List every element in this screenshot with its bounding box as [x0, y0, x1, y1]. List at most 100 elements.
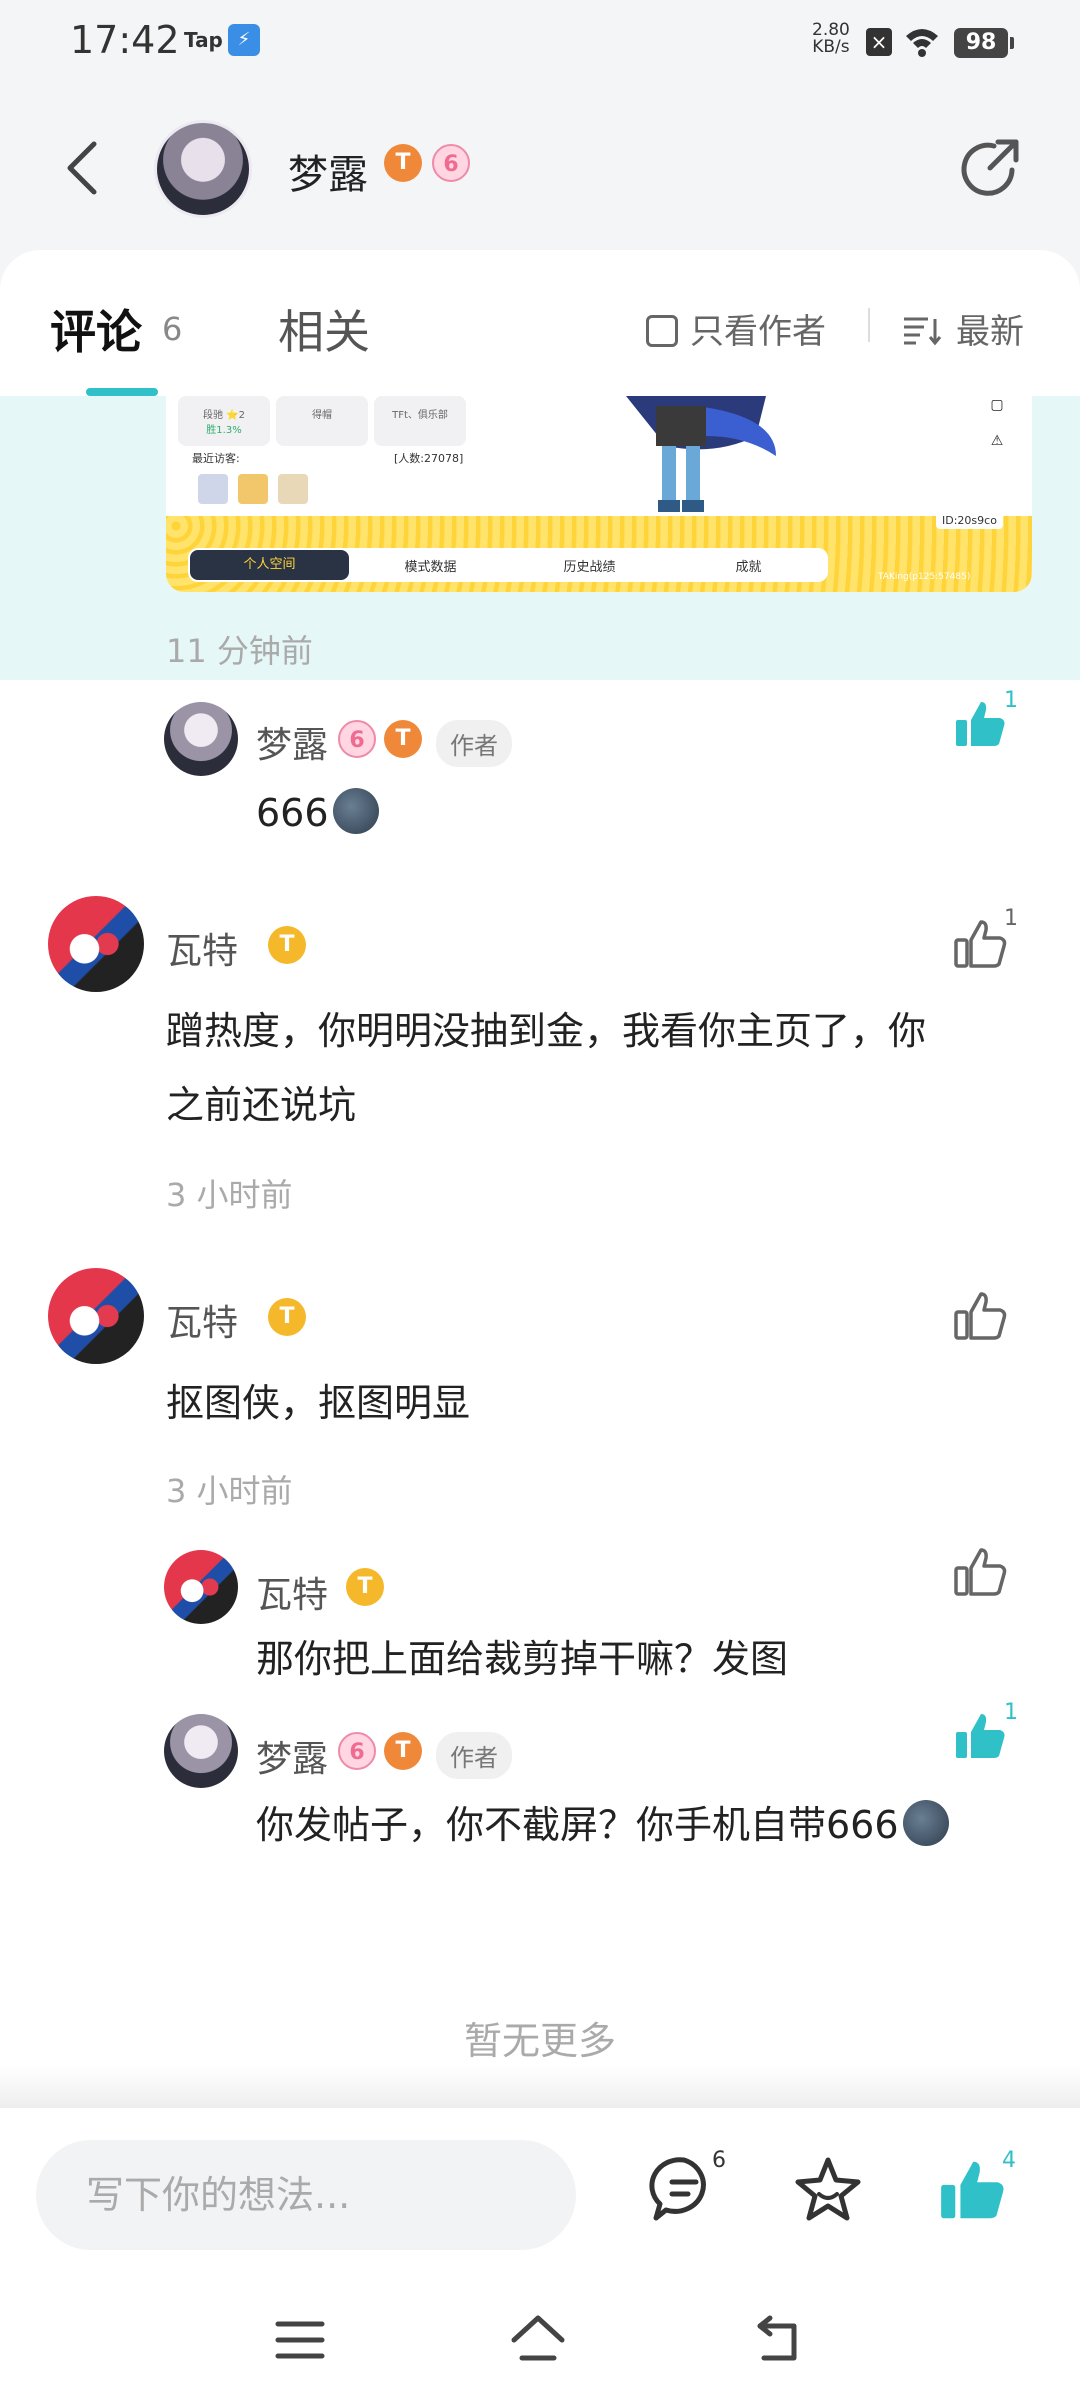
warning-icon: ⚠: [982, 426, 1012, 456]
comment-text: 蹭热度，你明明没抽到金，我看你主页了，你 之前还说坑: [166, 994, 1026, 1142]
image-tab-bar: 个人空间 模式数据 历史战绩 成就: [188, 548, 828, 582]
author-only-toggle[interactable]: 只看作者: [646, 304, 826, 353]
like-count: 1: [1004, 1700, 1018, 1725]
network-speed: 2.80 KB/s: [812, 22, 850, 56]
like-filled-icon[interactable]: [936, 2154, 1008, 2226]
comment-time: 3 小时前: [166, 1472, 293, 1510]
avatar[interactable]: [164, 1550, 238, 1624]
sort-label: 最新: [956, 312, 1024, 352]
commenter-name[interactable]: 梦露: [256, 1730, 328, 1782]
comment-count: 6: [712, 2148, 726, 2173]
share-icon[interactable]: [954, 134, 1024, 204]
menu-icon[interactable]: [270, 2310, 330, 2370]
back-arrow-icon[interactable]: [60, 138, 110, 198]
author-tag: 作者: [436, 1732, 512, 1779]
tabs-panel: 评论 6 相关 只看作者 最新: [0, 250, 1080, 396]
image-tab: 成就: [735, 559, 762, 575]
active-tab-indicator: [86, 388, 158, 396]
commenter-name[interactable]: 梦露: [256, 716, 328, 768]
avatar[interactable]: [48, 1268, 144, 1364]
avatar[interactable]: [48, 896, 144, 992]
e-badge: 6: [338, 720, 376, 758]
author-tag: 作者: [436, 720, 512, 767]
like-outline-icon[interactable]: [952, 1288, 1008, 1344]
visitor-avatar: [196, 472, 230, 506]
tab-comments[interactable]: 评论: [50, 296, 142, 362]
sort-button[interactable]: 最新: [902, 304, 1024, 353]
moon-emoji-icon: [902, 1800, 949, 1846]
like-outline-icon[interactable]: [952, 1544, 1008, 1600]
sim-off-icon: ×: [866, 28, 892, 56]
stat-card-line: 段驰 ⭐2: [203, 410, 245, 421]
level-badge: T: [384, 720, 422, 758]
comment-image[interactable]: 段驰 ⭐2 胜1.3% 得帽 TFt、俱乐部 最近访客: [人数:27078] ▢…: [166, 396, 1032, 592]
sort-icon: [904, 317, 942, 346]
comment-text: 你发帖子，你不截屏？你手机自带666: [256, 1788, 949, 1862]
like-count: 1: [1004, 688, 1018, 713]
back-nav-icon[interactable]: [750, 2310, 810, 2370]
like-filled-icon[interactable]: [952, 696, 1008, 752]
checkbox-icon[interactable]: [646, 315, 678, 347]
like-count: 4: [1002, 2148, 1016, 2173]
comment-text: 那你把上面给裁剪掉干嘛？发图: [256, 1637, 789, 1681]
recent-visitors-label: 最近访客:: [192, 452, 240, 465]
hotspot-icon: ⚡: [228, 24, 260, 56]
comment-text: 抠图侠，抠图明显: [166, 1381, 471, 1425]
commenter-name[interactable]: 瓦特: [166, 1294, 238, 1346]
visitor-avatar: [236, 472, 270, 506]
status-bar: 17:42 Tap ⚡ 2.80 KB/s × 98: [0, 0, 1080, 90]
image-tab: 模式数据: [404, 559, 457, 575]
avatar[interactable]: [164, 702, 238, 776]
like-outline-icon[interactable]: [952, 916, 1008, 972]
tab-comments-count: 6: [162, 310, 183, 348]
comment-text-line: 蹭热度，你明明没抽到金，我看你主页了，你: [166, 1009, 927, 1053]
e-badge: 6: [432, 144, 470, 182]
comment-text-content: 你发帖子，你不截屏？你手机自带666: [256, 1803, 899, 1847]
stat-card: 得帽: [276, 396, 368, 446]
uid-text: TAKing(p125:57485): [878, 572, 971, 582]
commenter-name[interactable]: 瓦特: [256, 1566, 328, 1618]
level-badge: T: [384, 144, 422, 182]
divider: [868, 308, 870, 342]
tab-related[interactable]: 相关: [278, 296, 370, 362]
moon-emoji-icon: [332, 788, 379, 834]
commenter-name[interactable]: 瓦特: [166, 922, 238, 974]
avatar[interactable]: [164, 1714, 238, 1788]
bottom-action-bar: 写下你的想法... 6 4: [0, 2108, 1080, 2250]
author-name[interactable]: 梦露: [288, 142, 368, 200]
header: 梦露 T 6: [0, 90, 1080, 250]
favorite-star-icon[interactable]: [792, 2154, 864, 2226]
comment-input[interactable]: 写下你的想法...: [36, 2140, 576, 2250]
image-tab: 个人空间: [190, 550, 349, 580]
comment-icon[interactable]: [648, 2154, 720, 2226]
level-badge: T: [384, 1732, 422, 1770]
e-badge: 6: [338, 1732, 376, 1770]
comment-time: 3 小时前: [166, 1176, 293, 1214]
system-nav-bar: [0, 2290, 1080, 2408]
people-count: [人数:27078]: [394, 452, 464, 465]
comment-text-content: 666: [256, 791, 329, 835]
tap-app-icon: Tap: [184, 28, 223, 52]
no-more-label: 暂无更多: [463, 2019, 616, 2063]
author-only-label: 只看作者: [690, 312, 826, 352]
stat-card: 段驰 ⭐2 胜1.3%: [178, 396, 270, 446]
like-count: 1: [1004, 906, 1018, 931]
like-filled-icon[interactable]: [952, 1708, 1008, 1764]
comment-text: 666: [256, 776, 379, 850]
image-tab: 历史战绩: [563, 559, 616, 575]
image-button: ▢: [982, 396, 1012, 420]
level-badge: T: [268, 1298, 306, 1336]
battery-icon: 98: [954, 28, 1014, 58]
level-badge: T: [268, 926, 306, 964]
comment-time: 11 分钟前: [166, 632, 313, 670]
divider: [0, 2064, 1080, 2108]
player-id: ID:20s9co: [936, 512, 1003, 529]
wifi-icon: [906, 29, 938, 57]
author-avatar[interactable]: [154, 120, 252, 218]
visitor-avatar: [276, 472, 310, 506]
level-badge: T: [346, 1568, 384, 1606]
home-icon[interactable]: [508, 2310, 568, 2370]
network-speed-unit: KB/s: [812, 37, 850, 57]
stat-card-line: 胜1.3%: [206, 425, 242, 436]
status-time: 17:42: [70, 18, 180, 62]
